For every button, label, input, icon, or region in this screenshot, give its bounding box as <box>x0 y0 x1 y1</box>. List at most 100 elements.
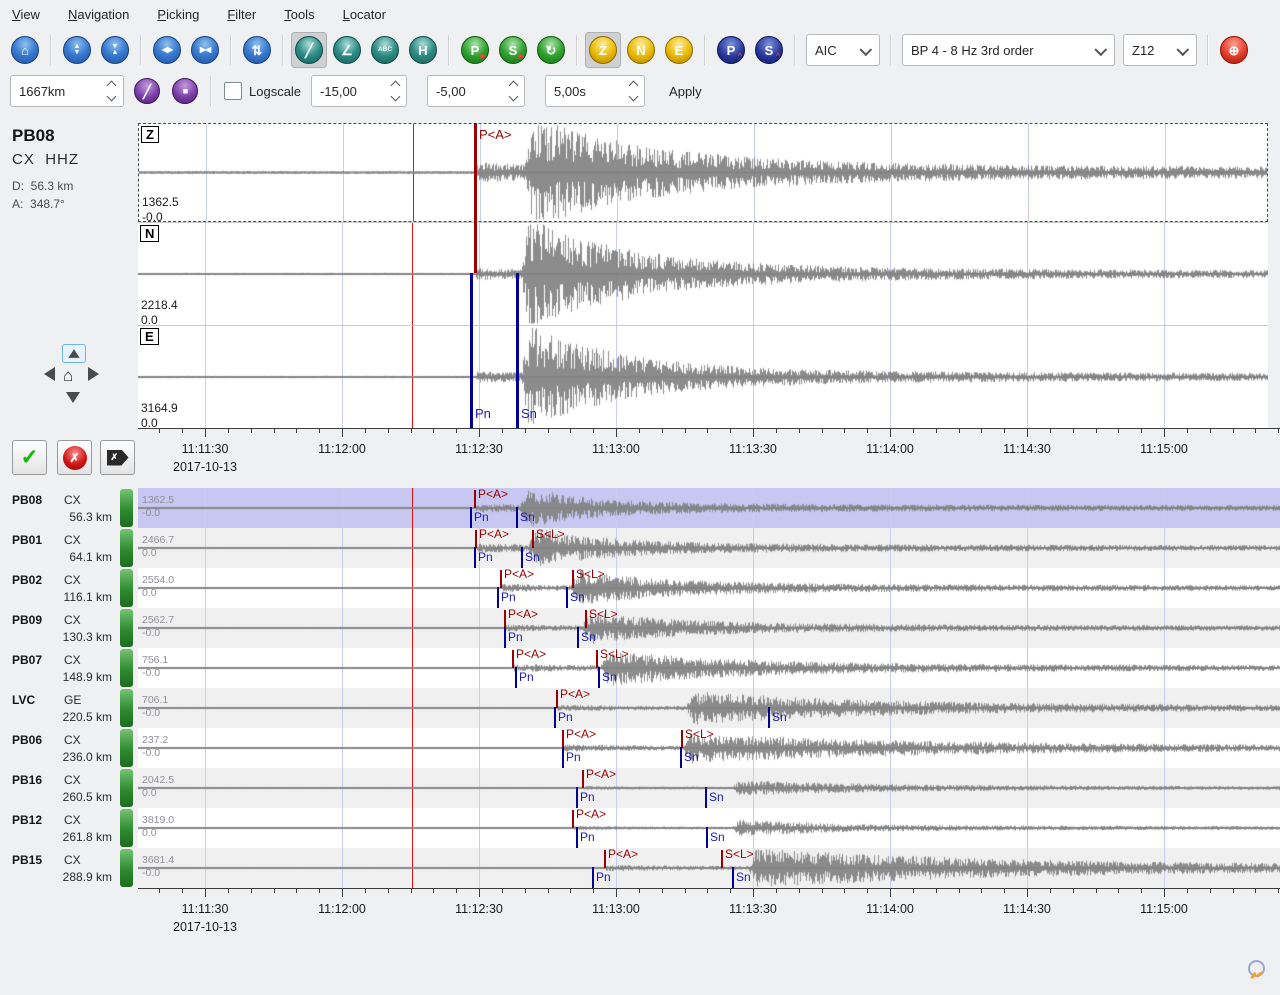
nav-right-button[interactable] <box>88 367 99 381</box>
station-row-pb06[interactable]: PB06CX236.0 km 237.2-0.0P<A>S<L>PnSn <box>0 728 1280 768</box>
spin-down-icon[interactable] <box>391 92 401 102</box>
logscale-checkbox[interactable]: Logscale <box>224 82 301 100</box>
menu-picking[interactable]: Picking <box>157 7 199 22</box>
waveform-trace[interactable] <box>138 648 1280 688</box>
trace-region-e[interactable]: E3164.90.0 <box>138 325 1268 428</box>
waveform-row[interactable]: 3681.4-0.0P<A>S<L>PnSn <box>138 848 1280 888</box>
theoretical-p-button[interactable]: P^ <box>713 32 749 68</box>
waveform-row[interactable]: 3819.00.0P<A>PnSn <box>138 808 1280 848</box>
trace-region-z[interactable]: Z1362.5-0.0 <box>138 123 1268 222</box>
spin-up-icon[interactable] <box>107 81 117 91</box>
show-theoretical-button[interactable]: ■ <box>167 73 203 109</box>
waveform-row[interactable]: 237.2-0.0P<A>S<L>PnSn <box>138 728 1280 768</box>
repick-button[interactable]: ↻ <box>533 32 569 68</box>
waveform-row[interactable]: 2466.70.0P<A>S<L>PnSn <box>138 528 1280 568</box>
waveform-trace[interactable] <box>138 848 1280 888</box>
spin-down-icon[interactable] <box>509 92 519 102</box>
component-e-button[interactable]: E <box>661 32 697 68</box>
station-row-label[interactable]: PB15CX288.9 km <box>0 848 118 888</box>
waveform-trace[interactable] <box>138 488 1280 528</box>
polarization-tool-button[interactable]: ∠ <box>329 32 365 68</box>
align-phase-button[interactable]: H <box>405 32 441 68</box>
station-row-pb09[interactable]: PB09CX130.3 km 2562.7-0.0P<A>S<L>PnSn <box>0 608 1280 648</box>
spin-up-icon[interactable] <box>391 81 401 91</box>
waveform-row[interactable]: 1362.5-0.0P<A>PnSn <box>138 488 1280 528</box>
component-waveform-panel[interactable]: Z1362.5-0.0N2218.40.0E3164.90.0P<A>PnSn <box>138 123 1268 428</box>
time-window-spinbox[interactable]: 5,00s <box>545 75 645 107</box>
component-n-button[interactable]: N <box>623 32 659 68</box>
checkbox-icon[interactable] <box>224 82 242 100</box>
waveform-trace-n[interactable] <box>138 223 1268 325</box>
menu-navigation[interactable]: Navigation <box>68 7 129 22</box>
home-button[interactable]: ⌂ <box>7 32 43 68</box>
station-row-label[interactable]: PB16CX260.5 km <box>0 768 118 808</box>
combo-picker-algorithm-select[interactable]: AIC <box>806 34 880 66</box>
relocate-button[interactable]: ⊕ <box>1216 32 1252 68</box>
nav-left-button[interactable] <box>44 367 55 381</box>
station-row-label[interactable]: PB02CX116.1 km <box>0 568 118 608</box>
apply-button[interactable]: Apply <box>661 79 710 104</box>
min-amplitude-spinbox[interactable]: -15,00 <box>311 75 407 107</box>
combo-filter-select[interactable]: BP 4 - 8 Hz 3rd order <box>902 34 1115 66</box>
station-row-lvc[interactable]: LVCGE220.5 km 706.1-0.0P<A>PnSn <box>0 688 1280 728</box>
draw-picks-button[interactable]: ╱ <box>129 73 165 109</box>
waveform-row[interactable]: 706.1-0.0P<A>PnSn <box>138 688 1280 728</box>
nav-home-button[interactable]: ⌂ <box>63 366 73 386</box>
station-row-label[interactable]: PB07CX148.9 km <box>0 648 118 688</box>
waveform-trace-z[interactable] <box>139 124 1268 221</box>
station-row-pb02[interactable]: PB02CX116.1 km 2554.00.0P<A>S<L>PnSn <box>0 568 1280 608</box>
rename-phase-button[interactable]: ABC <box>367 32 403 68</box>
accept-picks-button[interactable]: ✓ <box>12 440 47 475</box>
waveform-trace[interactable] <box>138 808 1280 848</box>
waveform-row[interactable]: 2042.50.0P<A>PnSn <box>138 768 1280 808</box>
waveform-row[interactable]: 756.1-0.0P<A>S<L>PnSn <box>138 648 1280 688</box>
reject-picks-button[interactable]: ✗ <box>57 440 92 475</box>
station-row-label[interactable]: PB09CX130.3 km <box>0 608 118 648</box>
waveform-trace[interactable] <box>138 608 1280 648</box>
trace-region-n[interactable]: N2218.40.0 <box>138 222 1268 325</box>
station-row-pb12[interactable]: PB12CX261.8 km 3819.00.0P<A>PnSn <box>0 808 1280 848</box>
station-row-pb16[interactable]: PB16CX260.5 km 2042.50.0P<A>PnSn <box>0 768 1280 808</box>
amplitude-reset-button[interactable]: ⇅ <box>239 32 275 68</box>
spin-down-icon[interactable] <box>629 92 639 102</box>
waveform-trace[interactable] <box>138 688 1280 728</box>
station-row-label[interactable]: PB08CX56.3 km <box>0 488 118 528</box>
station-row-label[interactable]: PB01CX64.1 km <box>0 528 118 568</box>
spin-arrows[interactable] <box>108 82 115 100</box>
menu-view[interactable]: View <box>12 7 40 22</box>
menu-tools[interactable]: Tools <box>284 7 314 22</box>
waveform-row[interactable]: 2562.7-0.0P<A>S<L>PnSn <box>138 608 1280 648</box>
spin-up-icon[interactable] <box>509 81 519 91</box>
combo-rotation-select[interactable]: Z12 <box>1123 34 1197 66</box>
time-zoom-out-button[interactable]: ◀▶ <box>149 32 185 68</box>
menu-filter[interactable]: Filter <box>227 7 256 22</box>
amplitude-zoom-out-button[interactable]: ▼▲ <box>97 32 133 68</box>
waveform-trace-e[interactable] <box>138 326 1268 428</box>
waveform-row[interactable]: 2554.00.0P<A>S<L>PnSn <box>138 568 1280 608</box>
waveform-trace[interactable] <box>138 568 1280 608</box>
station-row-label[interactable]: PB12CX261.8 km <box>0 808 118 848</box>
component-z-button[interactable]: Z <box>585 32 621 68</box>
nav-up-button[interactable] <box>62 344 86 363</box>
max-amplitude-spinbox[interactable]: -5,00 <box>427 75 525 107</box>
station-row-pb15[interactable]: PB15CX288.9 km 3681.4-0.0P<A>S<L>PnSn <box>0 848 1280 888</box>
amplitude-zoom-in-button[interactable]: ▲▼ <box>59 32 95 68</box>
spin-up-icon[interactable] <box>629 81 639 91</box>
pick-s-button[interactable]: S▶ <box>495 32 531 68</box>
station-row-pb07[interactable]: PB07CX148.9 km 756.1-0.0P<A>S<L>PnSn <box>0 648 1280 688</box>
station-row-pb01[interactable]: PB01CX64.1 km 2466.70.0P<A>S<L>PnSn <box>0 528 1280 568</box>
skip-station-button[interactable]: ✗ <box>100 440 135 475</box>
nav-down-button[interactable] <box>66 392 80 403</box>
station-row-label[interactable]: LVCGE220.5 km <box>0 688 118 728</box>
waveform-trace[interactable] <box>138 528 1280 568</box>
time-zoom-in-button[interactable]: ▶◀ <box>187 32 223 68</box>
filter-select-value: BP 4 - 8 Hz 3rd order <box>911 43 1034 58</box>
station-row-label[interactable]: PB06CX236.0 km <box>0 728 118 768</box>
measure-tool-button[interactable]: ╱ <box>291 32 327 68</box>
distance-spinbox[interactable]: 1667km <box>10 75 124 107</box>
theoretical-s-button[interactable]: S^ <box>751 32 787 68</box>
spin-down-icon[interactable] <box>107 92 117 102</box>
station-row-pb08[interactable]: PB08CX56.3 km 1362.5-0.0P<A>PnSn <box>0 488 1280 528</box>
pick-p-button[interactable]: P▶ <box>457 32 493 68</box>
menu-locator[interactable]: Locator <box>343 7 386 22</box>
